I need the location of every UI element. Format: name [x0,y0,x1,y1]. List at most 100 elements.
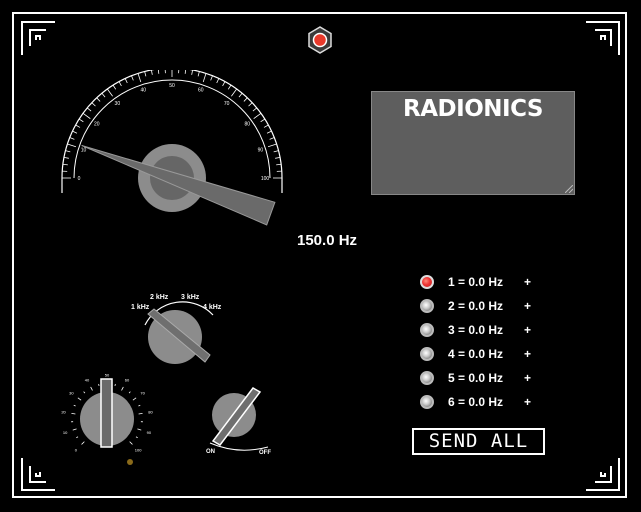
gauge-tick [269,137,275,140]
fine-knob-tick [77,397,82,401]
gauge-tick [72,130,78,134]
gauge-tick [62,163,68,166]
gauge-tick [243,97,248,102]
gauge-tick-label: 30 [115,101,121,107]
fine-knob-tick-label: 60 [125,377,130,382]
resize-grip-icon[interactable] [565,185,573,193]
fine-knob-tick [135,436,138,439]
gauge-tick-label: 10 [81,147,87,153]
preset-plus-button-6[interactable]: + [524,395,531,409]
fine-knob-tick [121,386,124,391]
preset-radio-6[interactable] [420,395,434,409]
gauge-tick [91,102,96,107]
send-all-button[interactable]: SEND ALL [412,428,545,455]
fine-knob-tick [132,397,137,401]
preset-plus-button-1[interactable]: + [524,275,531,289]
preset-radio-2[interactable] [420,299,434,313]
fine-tune-knob[interactable]: 0 10 20 30 40 50 60 70 80 90 100 [55,365,165,475]
fine-knob-tick-label: 10 [63,430,68,435]
preset-plus-button-5[interactable]: + [524,371,531,385]
range-label-4khz[interactable]: 4 kHz [203,304,222,311]
indicator-led [308,26,332,54]
range-label-2khz[interactable]: 2 kHz [150,294,169,301]
fine-knob-tick [76,436,79,439]
fine-knob-tick [71,412,76,415]
fine-knob-tick-label: 100 [135,448,142,453]
gauge-tick [150,70,153,75]
gauge-tick [184,70,187,74]
gauge-tick [78,118,84,123]
preset-radio-5[interactable] [420,371,434,385]
power-on-label[interactable]: ON [206,449,215,455]
gauge-tick [63,156,69,159]
gauge-tick [267,143,277,148]
preset-plus-button-3[interactable]: + [524,323,531,337]
range-selector-knob[interactable]: 1 kHz 2 kHz 3 kHz 4 kHz [125,287,235,377]
preset-radio-3[interactable] [420,323,434,337]
fine-knob-tick-label: 70 [140,391,145,396]
preset-plus-button-2[interactable]: + [524,299,531,313]
gauge-tick [260,118,266,123]
fine-knob-tick [138,404,141,407]
gauge-tick [82,113,91,119]
power-switch[interactable]: ON OFF [198,385,288,460]
gauge-tick [273,150,279,153]
preset-radio-1[interactable] [420,275,434,289]
gauge-tick-label: 80 [244,121,250,127]
gauge-tick [67,143,77,148]
gauge-tick [227,84,232,90]
fine-knob-tick-label: 50 [105,373,110,378]
gauge-tick [137,73,142,83]
gauge-tick [238,92,243,98]
preset-label: 2 = 0.0 Hz [448,299,504,313]
gauge-tick [131,75,134,81]
gauge-tick [69,137,75,140]
frequency-gauge: 0 10 20 30 40 50 60 70 80 90 100 [61,70,283,226]
range-label-3khz[interactable]: 3 kHz [181,294,200,301]
fine-knob-tick [138,412,143,415]
gauge-tick [216,78,220,84]
preset-label: 5 = 0.0 Hz [448,371,504,385]
preset-label: 3 = 0.0 Hz [448,323,504,337]
preset-row: 6 = 0.0 Hz + [420,392,531,412]
gauge-tick [202,73,207,83]
radionics-textarea[interactable]: RADIONICS [371,91,575,195]
preset-label: 1 = 0.0 Hz [448,275,504,289]
fine-knob-tick-label: 30 [69,391,74,396]
gauge-tick [263,124,269,128]
gauge-tick-label: 90 [258,147,264,153]
preset-radio-4[interactable] [420,347,434,361]
gauge-tick [112,84,117,90]
preset-label: 4 = 0.0 Hz [448,347,504,361]
gauge-tick [118,81,122,87]
fine-knob-indicator-dot [127,459,133,465]
gauge-tick [266,130,272,134]
preset-row: 2 = 0.0 Hz + [420,296,531,316]
gauge-tick [101,92,106,98]
fine-knob-tick [81,441,85,445]
power-off-label[interactable]: OFF [259,450,271,456]
fine-knob-pointer[interactable] [100,378,113,448]
gauge-tick-label: 0 [78,176,81,182]
fine-knob-tick-label: 0 [75,448,78,453]
gauge-tick [96,97,101,102]
range-label-1khz[interactable]: 1 kHz [131,304,150,311]
fine-knob-tick [137,428,142,431]
gauge-tick [107,88,113,97]
preset-plus-button-4[interactable]: + [524,347,531,361]
fine-knob-tick [83,391,86,394]
gauge-tick [197,71,200,77]
fine-knob-tick-label: 20 [61,410,66,415]
gauge-tick-label: 60 [198,88,204,94]
gauge-tick-label: 70 [224,101,230,107]
gauge-tick [124,78,128,84]
fine-knob-tick [129,441,133,445]
gauge-tick [65,150,71,153]
frequency-readout: 150.0 Hz [297,232,358,249]
gauge-tick-label: 20 [94,121,100,127]
preset-row: 4 = 0.0 Hz + [420,344,531,364]
gauge-tick-label: 40 [140,88,146,94]
preset-row: 5 = 0.0 Hz + [420,368,531,388]
gauge-tick [191,70,194,75]
gauge-tick [210,75,213,81]
